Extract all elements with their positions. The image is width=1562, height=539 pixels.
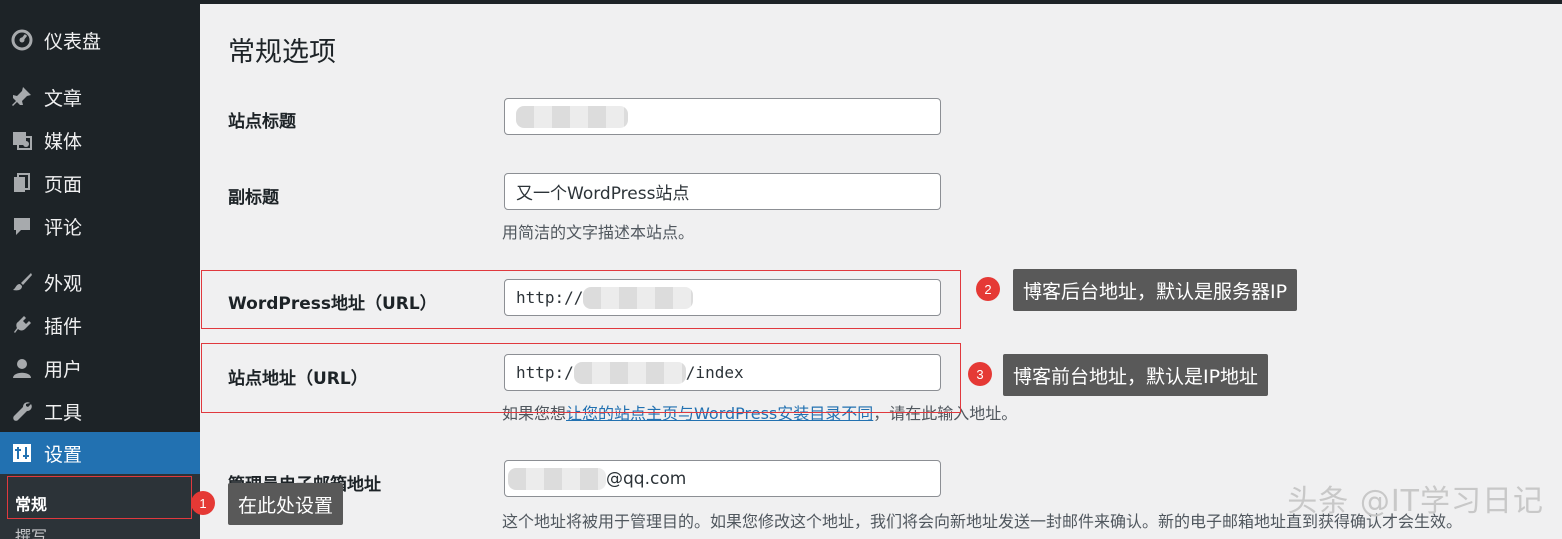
comment-icon: [10, 214, 34, 238]
page-title: 常规选项: [228, 37, 336, 68]
sidebar-item-tools[interactable]: 工具: [0, 390, 200, 432]
sidebar-item-label: 外观: [44, 272, 83, 295]
sidebar-item-users[interactable]: 用户: [0, 347, 200, 389]
sidebar-item-label: 工具: [44, 401, 83, 424]
sidebar-item-label: 仪表盘: [44, 30, 102, 53]
highlight-box-general: [7, 476, 192, 519]
dashboard-icon: [10, 28, 34, 52]
admin-sidebar: 仪表盘 文章 媒体 页面 评论 外观 插件 用户 工具 设置 常规 撰写: [0, 0, 200, 539]
sidebar-item-label: 评论: [44, 216, 83, 239]
admin-email-suffix: @qq.com: [606, 468, 687, 489]
pin-icon: [10, 85, 34, 109]
tagline-description: 用简洁的文字描述本站点。: [502, 223, 695, 242]
sidebar-item-label: 文章: [44, 87, 83, 110]
wrench-icon: [10, 399, 34, 423]
media-icon: [10, 128, 34, 152]
sidebar-item-dashboard[interactable]: 仪表盘: [0, 19, 200, 61]
annotation-tip-3: 博客前台地址，默认是IP地址: [1003, 354, 1269, 396]
sidebar-item-settings[interactable]: 设置: [0, 432, 200, 474]
redacted-text: [516, 105, 628, 128]
sidebar-item-label: 页面: [44, 173, 83, 196]
user-icon: [10, 356, 34, 380]
annotation-tip-1: 在此处设置: [228, 483, 344, 525]
annotation-badge-3: 3: [968, 362, 992, 386]
watermark-text: 头条 @IT学习日记: [1287, 484, 1544, 519]
brush-icon: [10, 270, 34, 294]
sidebar-item-label: 媒体: [44, 130, 83, 153]
pages-icon: [10, 171, 34, 195]
sidebar-item-label: 用户: [44, 358, 83, 381]
sidebar-item-posts[interactable]: 文章: [0, 76, 200, 118]
highlight-box-site-url: [201, 343, 961, 413]
tagline-value: 又一个WordPress站点: [516, 184, 690, 204]
annotation-tip-2: 博客后台地址，默认是服务器IP: [1013, 269, 1298, 311]
sidebar-item-appearance[interactable]: 外观: [0, 261, 200, 303]
sidebar-item-label: 设置: [44, 443, 83, 466]
sidebar-item-media[interactable]: 媒体: [0, 119, 200, 161]
redacted-text: [508, 467, 606, 490]
sidebar-item-comments[interactable]: 评论: [0, 205, 200, 247]
plugin-icon: [10, 313, 34, 337]
submenu-item-writing[interactable]: 撰写: [15, 523, 47, 539]
highlight-box-wordpress-url: [201, 270, 961, 329]
annotation-badge-2: 2: [976, 277, 1000, 301]
annotation-badge-1: 1: [191, 491, 215, 515]
site-title-input[interactable]: [504, 98, 941, 135]
sidebar-item-label: 插件: [44, 315, 83, 338]
tagline-input[interactable]: 又一个WordPress站点: [504, 173, 941, 210]
tagline-label: 副标题: [228, 188, 279, 208]
sidebar-item-pages[interactable]: 页面: [0, 162, 200, 204]
site-title-label: 站点标题: [228, 112, 296, 132]
sidebar-item-plugins[interactable]: 插件: [0, 304, 200, 346]
admin-email-input[interactable]: @qq.com: [504, 460, 941, 497]
settings-icon: [10, 441, 34, 465]
